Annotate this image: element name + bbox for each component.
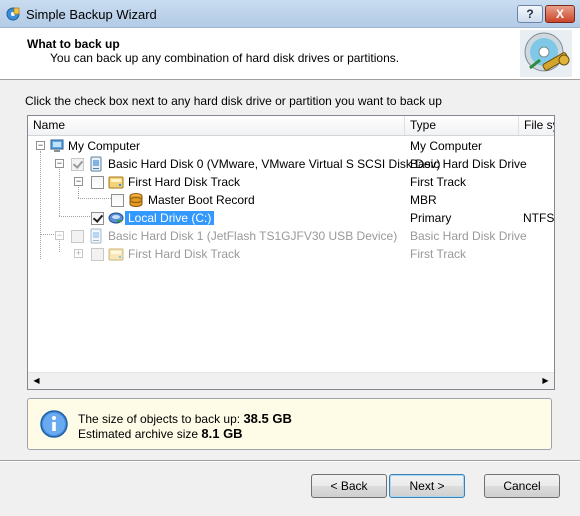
size-value: 38.5 GB (243, 411, 292, 426)
disk-1-checkbox[interactable] (71, 230, 84, 243)
archive-label: Estimated archive size (78, 427, 199, 441)
footer-divider (0, 460, 580, 462)
tree-item-type: First Track (410, 247, 466, 261)
size-to-back-up: The size of objects to back up: 38.5 GB (78, 411, 292, 426)
first-track-checkbox[interactable] (91, 176, 104, 189)
tree-item-type: My Computer (410, 139, 483, 153)
tree-item-label: Basic Hard Disk 1 (JetFlash TS1GJFV30 US… (108, 229, 398, 243)
disk-track-icon (108, 248, 124, 261)
column-name[interactable]: Name (28, 116, 405, 135)
estimated-archive-size: Estimated archive size 8.1 GB (78, 426, 243, 441)
tree-row-hard-disk-0[interactable]: − Basic Hard Disk 0 (VMware, VMware Virt… (28, 155, 554, 173)
scroll-right-arrow-icon[interactable]: ▶ (537, 373, 554, 389)
disk-0-checkbox[interactable] (71, 158, 84, 171)
tree-item-type: First Track (410, 175, 466, 189)
column-file-system[interactable]: File sys (519, 116, 554, 135)
backup-app-icon (6, 7, 20, 21)
tree-item-type: Basic Hard Disk Drive (410, 157, 527, 171)
column-type[interactable]: Type (405, 116, 519, 135)
tree-row-first-track[interactable]: − First Hard Disk Track First Track (28, 173, 554, 191)
collapse-toggle[interactable]: − (74, 177, 83, 186)
tree-item-file-system: NTFS (523, 211, 555, 225)
tree-row-first-track-disk-1[interactable]: + First Hard Disk Track First Track (28, 245, 554, 263)
info-icon (40, 410, 68, 438)
size-label: The size of objects to back up: (78, 412, 241, 426)
horizontal-scrollbar[interactable]: ◀ ▶ (28, 372, 554, 389)
wizard-header: What to back up You can back up any comb… (0, 28, 580, 80)
tree-item-type: Primary (410, 211, 452, 225)
collapse-toggle[interactable]: − (55, 159, 64, 168)
tree-row-my-computer[interactable]: − My Computer My Computer (28, 137, 554, 155)
tree-item-type: MBR (410, 193, 437, 207)
scroll-left-arrow-icon[interactable]: ◀ (28, 373, 45, 389)
backup-size-info-panel: The size of objects to back up: 38.5 GB … (27, 398, 552, 450)
collapse-toggle[interactable]: − (55, 231, 64, 240)
disc-with-key-icon (520, 30, 572, 77)
expand-toggle[interactable]: + (74, 249, 83, 258)
help-button[interactable]: ? (517, 5, 543, 23)
computer-icon (50, 139, 64, 152)
local-drive-icon (108, 212, 124, 224)
window-title: Simple Backup Wizard (26, 7, 157, 22)
hard-disk-icon (90, 156, 102, 172)
local-drive-checkbox[interactable] (91, 212, 104, 225)
disk-track-icon (108, 176, 124, 189)
tree-row-hard-disk-1[interactable]: − Basic Hard Disk 1 (JetFlash TS1GJFV30 … (28, 227, 554, 245)
mbr-icon (129, 193, 143, 207)
page-title: What to back up (27, 37, 120, 51)
disk-tree-view[interactable]: Name Type File sys − My Computer My Comp… (27, 115, 555, 390)
next-button[interactable]: Next > (389, 474, 465, 498)
column-header: Name Type File sys (28, 116, 554, 136)
tree-item-label: Local Drive (C:) (125, 211, 215, 225)
tree-row-local-drive-c[interactable]: Local Drive (C:) Primary NTFS (28, 209, 555, 227)
tree-item-label: First Hard Disk Track (128, 247, 241, 261)
page-subtitle: You can back up any combination of hard … (50, 51, 400, 65)
tree-item-label: First Hard Disk Track (128, 175, 241, 189)
tree-row-mbr[interactable]: Master Boot Record MBR (28, 191, 554, 209)
mbr-checkbox[interactable] (111, 194, 124, 207)
cancel-button[interactable]: Cancel (484, 474, 560, 498)
archive-value: 8.1 GB (201, 426, 243, 441)
first-track-disk-1-checkbox[interactable] (91, 248, 104, 261)
back-button[interactable]: < Back (311, 474, 387, 498)
hard-disk-icon (90, 228, 102, 244)
instruction-text: Click the check box next to any hard dis… (25, 94, 442, 108)
tree-item-label: My Computer (68, 139, 141, 153)
collapse-toggle[interactable]: − (36, 141, 45, 150)
tree-item-label: Master Boot Record (148, 193, 255, 207)
tree-item-label: Basic Hard Disk 0 (VMware, VMware Virtua… (108, 157, 441, 171)
close-button[interactable]: X (545, 5, 575, 23)
tree-item-type: Basic Hard Disk Drive (410, 229, 527, 243)
title-bar: Simple Backup Wizard ? X (0, 0, 580, 28)
